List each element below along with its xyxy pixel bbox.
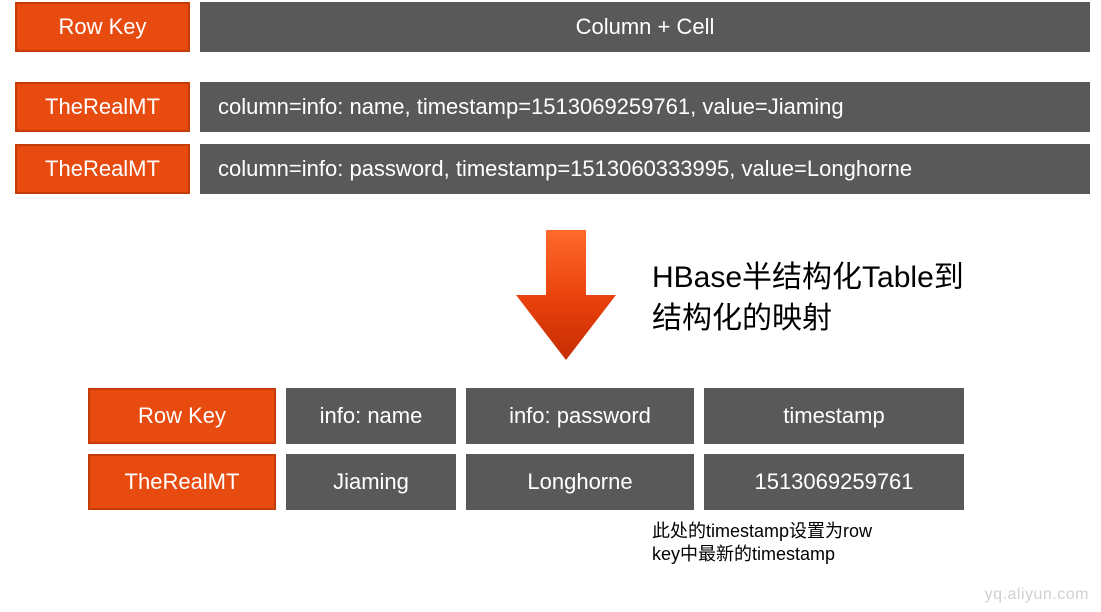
content-cell: column=info: password, timestamp=1513060… [200, 144, 1090, 194]
col-header: info: name [286, 388, 456, 444]
watermark-label: yq.aliyun.com [985, 586, 1089, 603]
rowkey-header: Row Key [88, 388, 276, 444]
col-header-label: timestamp [783, 403, 884, 429]
header-row: Row Key Column + Cell [15, 2, 1090, 52]
watermark-text: yq.aliyun.com [985, 586, 1089, 604]
data-cell: Longhorne [466, 454, 694, 510]
data-row: TheRealMT column=info: password, timesta… [15, 144, 1090, 194]
down-arrow-icon [516, 230, 616, 360]
col-header-label: info: name [320, 403, 423, 429]
rowkey-cell: TheRealMT [15, 144, 190, 194]
data-cell: Jiaming [286, 454, 456, 510]
col-header-label: info: password [509, 403, 651, 429]
data-row: TheRealMT column=info: name, timestamp=1… [15, 82, 1090, 132]
col-header: info: password [466, 388, 694, 444]
content-cell: column=info: name, timestamp=15130692597… [200, 82, 1090, 132]
rowkey-value: TheRealMT [45, 156, 160, 182]
rowkey-header: Row Key [15, 2, 190, 52]
structured-data-row: TheRealMT Jiaming Longhorne 151306925976… [88, 454, 968, 510]
colcell-header: Column + Cell [200, 2, 1090, 52]
rowkey-value: TheRealMT [45, 94, 160, 120]
rowkey-cell: TheRealMT [88, 454, 276, 510]
caption-line2: 结构化的映射 [652, 299, 964, 340]
cell-value: 1513069259761 [754, 469, 913, 495]
footnote-line1: 此处的timestamp设置为row [652, 520, 972, 543]
mapping-caption: HBase半结构化Table到 结构化的映射 [652, 258, 964, 339]
footnote-line2: key中最新的timestamp [652, 543, 972, 566]
colcell-header-label: Column + Cell [576, 14, 715, 40]
hbase-raw-section: Row Key Column + Cell TheRealMT column=i… [15, 2, 1090, 194]
timestamp-footnote: 此处的timestamp设置为row key中最新的timestamp [652, 520, 972, 567]
structured-header-row: Row Key info: name info: password timest… [88, 388, 968, 444]
rowkey-value: TheRealMT [125, 469, 240, 495]
content-value: column=info: password, timestamp=1513060… [218, 156, 912, 182]
cell-value: Jiaming [333, 469, 409, 495]
rowkey-header-label: Row Key [138, 403, 226, 429]
rowkey-cell: TheRealMT [15, 82, 190, 132]
caption-line1: HBase半结构化Table到 [652, 258, 964, 299]
col-header: timestamp [704, 388, 964, 444]
data-cell: 1513069259761 [704, 454, 964, 510]
rowkey-header-label: Row Key [58, 14, 146, 40]
cell-value: Longhorne [527, 469, 632, 495]
structured-table-section: Row Key info: name info: password timest… [88, 388, 968, 510]
content-value: column=info: name, timestamp=15130692597… [218, 94, 844, 120]
